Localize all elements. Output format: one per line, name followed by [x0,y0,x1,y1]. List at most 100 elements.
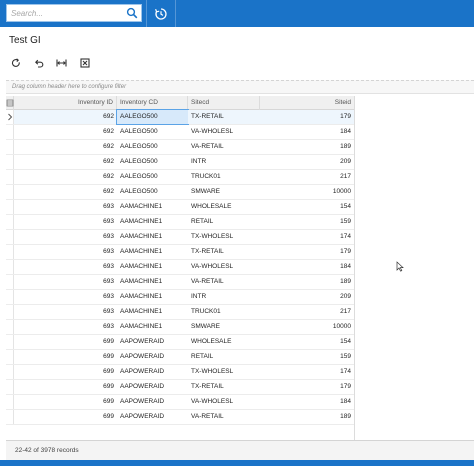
cell-inventory-id[interactable]: 692 [14,185,117,199]
table-row[interactable]: 692 AALEGO500 SMWARE 10000 [6,185,354,200]
row-selector[interactable] [6,275,14,289]
cell-inventory-cd[interactable]: AALEGO500 [117,185,188,199]
table-row[interactable]: 692 AALEGO500 VA-RETAIL 189 [6,140,354,155]
row-selector[interactable] [6,215,14,229]
cell-inventory-id[interactable]: 699 [14,350,117,364]
cell-inventory-id[interactable]: 692 [14,155,117,169]
row-selector[interactable] [6,125,14,139]
table-row[interactable]: 699 AAPOWERAID WHOLESALE 154 [6,335,354,350]
row-selector[interactable] [6,395,14,409]
cell-inventory-cd[interactable]: AAMACHINE1 [117,290,188,304]
cell-siteid[interactable]: 179 [260,110,354,124]
row-selector[interactable] [6,140,14,154]
cell-inventory-cd[interactable]: AAMACHINE1 [117,305,188,319]
cell-inventory-id[interactable]: 693 [14,305,117,319]
row-selector[interactable] [6,230,14,244]
cell-sitecd[interactable]: TX-RETAIL [188,245,260,259]
refresh-button[interactable] [6,55,25,71]
cell-siteid[interactable]: 184 [260,260,354,274]
column-header-siteid[interactable]: Siteid [260,96,354,110]
table-row[interactable]: 699 AAPOWERAID VA-RETAIL 189 [6,410,354,425]
fit-columns-button[interactable] [52,55,71,71]
cell-siteid[interactable]: 179 [260,380,354,394]
column-header-sitecd[interactable]: Sitecd [188,96,260,110]
table-row[interactable]: 693 AAMACHINE1 WHOLESALE 154 [6,200,354,215]
table-row[interactable]: 693 AAMACHINE1 SMWARE 10000 [6,320,354,335]
cell-siteid[interactable]: 174 [260,230,354,244]
row-selector[interactable] [6,350,14,364]
cell-sitecd[interactable]: TX-RETAIL [188,110,260,124]
cell-inventory-cd[interactable]: AAMACHINE1 [117,275,188,289]
table-row[interactable]: 692 AALEGO500 TX-RETAIL 179 [6,109,354,125]
cell-siteid[interactable]: 209 [260,290,354,304]
cell-inventory-id[interactable]: 692 [14,110,117,124]
cell-sitecd[interactable]: SMWARE [188,185,260,199]
cell-inventory-cd[interactable]: AAPOWERAID [117,350,188,364]
cell-inventory-id[interactable]: 699 [14,380,117,394]
cell-sitecd[interactable]: RETAIL [188,350,260,364]
cell-inventory-id[interactable]: 693 [14,320,117,334]
cell-siteid[interactable]: 184 [260,395,354,409]
table-row[interactable]: 692 AALEGO500 VA-WHOLESL 184 [6,125,354,140]
row-selector[interactable] [6,170,14,184]
table-row[interactable]: 699 AAPOWERAID TX-WHOLESL 174 [6,365,354,380]
cell-sitecd[interactable]: INTR [188,290,260,304]
cell-inventory-id[interactable]: 693 [14,290,117,304]
cell-inventory-cd[interactable]: AAPOWERAID [117,380,188,394]
cell-siteid[interactable]: 189 [260,410,354,424]
table-row[interactable]: 693 AAMACHINE1 RETAIL 159 [6,215,354,230]
search-input[interactable] [11,7,123,19]
cell-inventory-cd[interactable]: AAPOWERAID [117,395,188,409]
table-row[interactable]: 699 AAPOWERAID VA-WHOLESL 184 [6,395,354,410]
row-selector[interactable] [6,155,14,169]
cell-sitecd[interactable]: VA-WHOLESL [188,260,260,274]
cell-inventory-cd[interactable]: AALEGO500 [117,125,188,139]
cell-sitecd[interactable]: WHOLESALE [188,335,260,349]
cell-inventory-cd[interactable]: AAMACHINE1 [117,245,188,259]
table-row[interactable]: 693 AAMACHINE1 INTR 209 [6,290,354,305]
cell-sitecd[interactable]: SMWARE [188,320,260,334]
cell-siteid[interactable]: 179 [260,245,354,259]
search-icon[interactable] [126,7,138,19]
cell-siteid[interactable]: 217 [260,305,354,319]
cell-siteid[interactable]: 10000 [260,185,354,199]
cell-inventory-id[interactable]: 699 [14,410,117,424]
cell-siteid[interactable]: 209 [260,155,354,169]
cell-inventory-id[interactable]: 692 [14,140,117,154]
cell-siteid[interactable]: 217 [260,170,354,184]
cell-sitecd[interactable]: TX-WHOLESL [188,365,260,379]
cell-inventory-cd[interactable]: AAMACHINE1 [117,260,188,274]
cell-inventory-cd[interactable]: AAMACHINE1 [117,200,188,214]
cell-siteid[interactable]: 159 [260,215,354,229]
table-row[interactable]: 692 AALEGO500 INTR 209 [6,155,354,170]
cell-sitecd[interactable]: RETAIL [188,215,260,229]
table-row[interactable]: 699 AAPOWERAID RETAIL 159 [6,350,354,365]
cell-sitecd[interactable]: VA-RETAIL [188,140,260,154]
cell-inventory-id[interactable]: 693 [14,230,117,244]
cell-inventory-cd[interactable]: AALEGO500 [117,155,188,169]
cell-inventory-id[interactable]: 692 [14,125,117,139]
undo-button[interactable] [29,55,48,71]
cell-inventory-cd[interactable]: AAPOWERAID [117,365,188,379]
cell-inventory-id[interactable]: 693 [14,215,117,229]
cell-inventory-id[interactable]: 699 [14,395,117,409]
cell-inventory-id[interactable]: 693 [14,200,117,214]
row-selector[interactable] [6,305,14,319]
cell-siteid[interactable]: 189 [260,140,354,154]
row-selector[interactable] [6,320,14,334]
row-selector[interactable] [6,335,14,349]
cell-sitecd[interactable]: TX-RETAIL [188,380,260,394]
cell-inventory-cd[interactable]: AALEGO500 [117,170,188,184]
cell-inventory-id[interactable]: 692 [14,170,117,184]
cell-sitecd[interactable]: VA-WHOLESL [188,395,260,409]
column-config-button[interactable] [6,96,14,110]
row-selector[interactable] [6,380,14,394]
row-selector[interactable] [6,185,14,199]
history-button[interactable] [148,0,174,27]
table-row[interactable]: 692 AALEGO500 TRUCK01 217 [6,170,354,185]
export-excel-button[interactable] [75,55,94,71]
cell-siteid[interactable]: 184 [260,125,354,139]
cell-siteid[interactable]: 10000 [260,320,354,334]
cell-siteid[interactable]: 154 [260,335,354,349]
table-row[interactable]: 699 AAPOWERAID TX-RETAIL 179 [6,380,354,395]
